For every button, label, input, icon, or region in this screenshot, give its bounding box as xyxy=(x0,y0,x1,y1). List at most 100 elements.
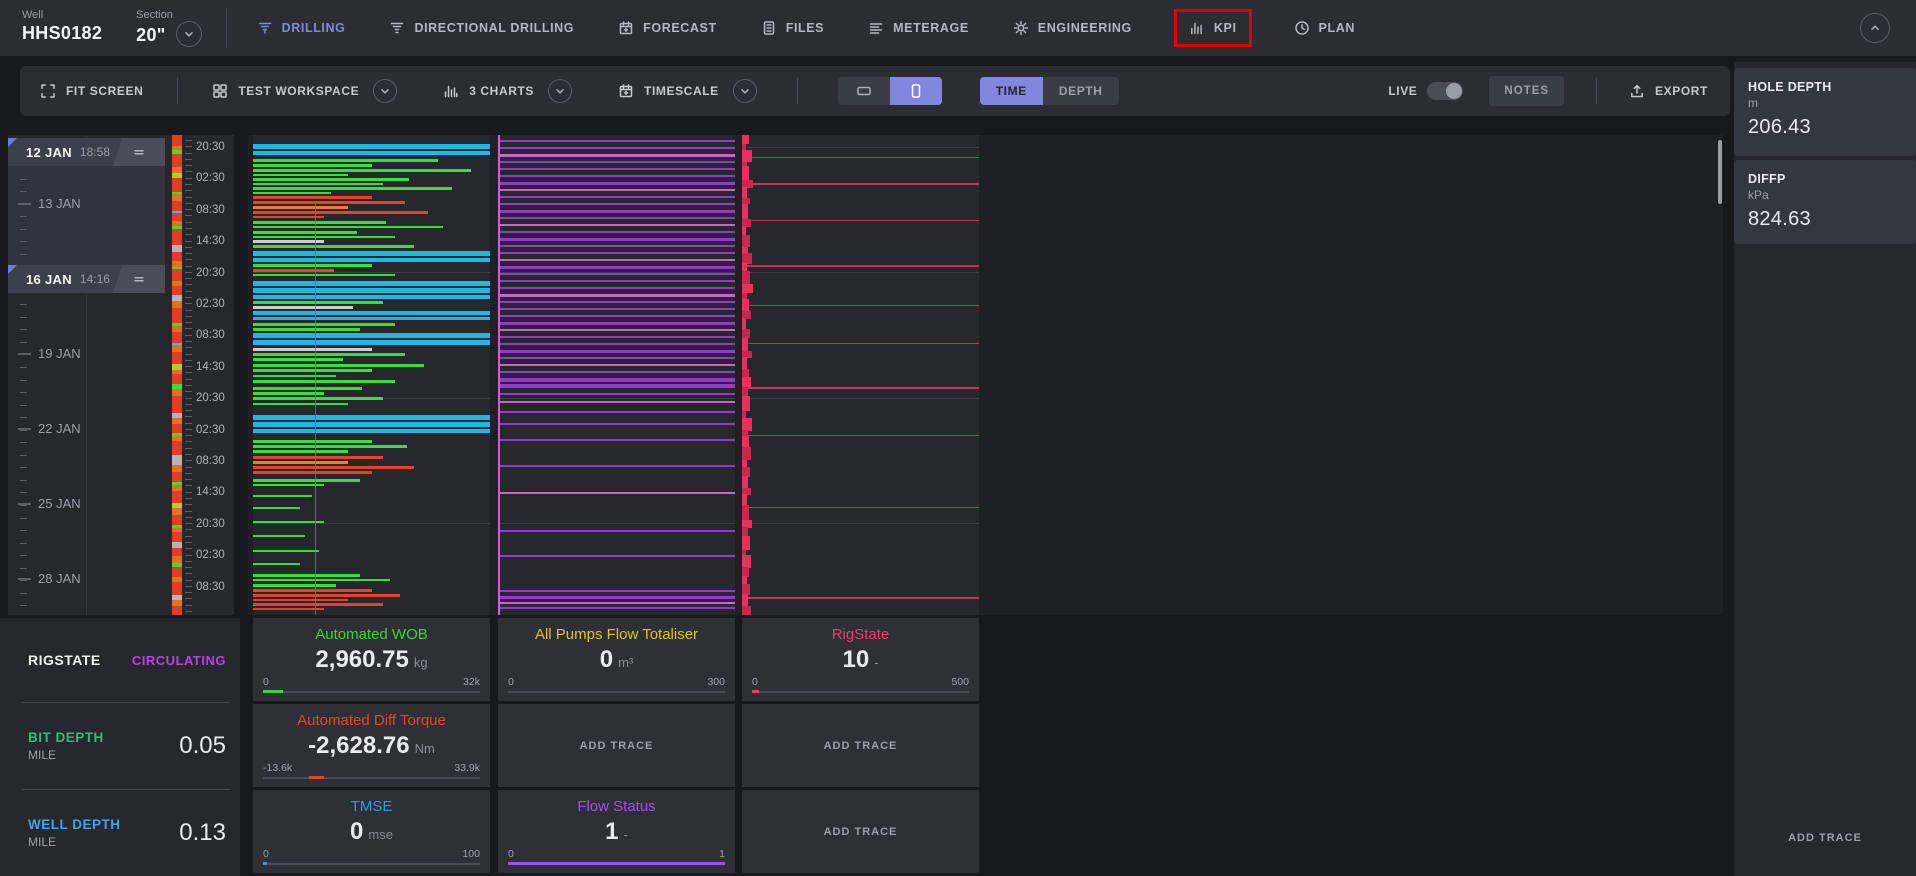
chart-gridline xyxy=(742,147,979,148)
selected-date-range[interactable] xyxy=(8,166,165,265)
rig-activity-strip xyxy=(172,135,182,615)
rigstate-strip-segment xyxy=(742,594,748,606)
drag-handle-icon[interactable] xyxy=(113,265,165,293)
time-tick xyxy=(185,341,192,342)
drag-handle-icon[interactable] xyxy=(113,138,165,166)
rigstate-strip-segment xyxy=(742,436,749,447)
section-chevron-button[interactable] xyxy=(176,21,202,47)
trace-tile-automated-wob[interactable]: Automated WOB2,960.75kg032k xyxy=(253,618,490,701)
chart-bar xyxy=(253,231,357,234)
chart-line xyxy=(498,210,735,213)
notes-button[interactable]: NOTES xyxy=(1489,76,1564,106)
diffp-label: DIFFP xyxy=(1748,172,1902,186)
chart-bar xyxy=(253,211,428,214)
chart-line xyxy=(498,280,735,282)
charts-selector[interactable]: 3 CHARTS xyxy=(443,83,534,99)
chart-bar xyxy=(253,507,300,509)
tab-meterage[interactable]: METERAGE xyxy=(866,12,971,44)
depth-mode-button[interactable]: DEPTH xyxy=(1043,77,1119,105)
workspace-selector[interactable]: TEST WORKSPACE xyxy=(212,83,359,99)
time-mode-button[interactable]: TIME xyxy=(980,77,1043,105)
timescale-chevron-button[interactable] xyxy=(733,79,757,103)
activity-segment xyxy=(172,269,182,281)
activity-segment xyxy=(172,229,182,245)
chart-bar xyxy=(253,340,490,345)
chart-toolbar: FIT SCREEN TEST WORKSPACE 3 CHARTS TIMES… xyxy=(20,66,1730,116)
vertical-scrollbar-thumb[interactable] xyxy=(1718,140,1722,204)
time-tick xyxy=(185,209,192,210)
tab-directional-drilling[interactable]: DIRECTIONAL DRILLING xyxy=(387,12,576,44)
time-tick xyxy=(185,215,192,216)
chart-bar xyxy=(253,216,324,218)
portrait-orientation-button[interactable] xyxy=(890,77,942,105)
time-tick xyxy=(185,347,192,348)
trace-tile-flow-status[interactable]: Flow Status1-01 xyxy=(498,790,735,873)
fit-screen-label: FIT SCREEN xyxy=(66,84,143,98)
trace-tile-rigstate[interactable]: RigState10-0500 xyxy=(742,618,979,701)
well-depth-value: 0.13 xyxy=(179,819,226,847)
chart-line xyxy=(498,203,735,205)
activity-segment xyxy=(172,332,182,343)
tab-files[interactable]: FILES xyxy=(759,12,826,44)
live-toggle[interactable] xyxy=(1427,82,1463,100)
chart-bar xyxy=(253,159,438,162)
date-label: 25 JAN xyxy=(38,496,81,511)
rigstate-strip-segment xyxy=(742,150,752,162)
time-label: 08:30 xyxy=(196,581,225,593)
trace-value-line: -2,628.76Nm xyxy=(253,732,490,760)
time-tick xyxy=(185,435,192,436)
range-end-handle[interactable]: 16 JAN 14:16 xyxy=(8,265,165,293)
chart-line xyxy=(498,231,735,233)
time-label: 20:30 xyxy=(196,392,225,404)
time-tick xyxy=(185,473,192,474)
tab-plan[interactable]: PLAN xyxy=(1292,12,1357,44)
chart-bar xyxy=(253,599,348,601)
bit-depth-label: BIT DEPTH xyxy=(28,730,104,745)
trace-value: -2,628.76 xyxy=(308,732,409,759)
time-label: 02:30 xyxy=(196,549,225,561)
live-label: LIVE xyxy=(1388,84,1417,98)
trace-tile-all-pumps-flow-totaliser[interactable]: All Pumps Flow Totaliser0m³0300 xyxy=(498,618,735,701)
timescale-selector[interactable]: TIMESCALE xyxy=(618,83,719,99)
tab-engineering[interactable]: ENGINEERING xyxy=(1011,12,1134,44)
chart-bar xyxy=(253,471,372,474)
export-label: EXPORT xyxy=(1655,84,1708,98)
toggle-knob xyxy=(1446,83,1462,99)
trace-tile-tmse[interactable]: TMSE0mse0100 xyxy=(253,790,490,873)
add-trace-button[interactable]: ADD TRACE xyxy=(742,790,979,873)
tab-drilling[interactable]: DRILLING xyxy=(255,12,348,44)
chart-line xyxy=(498,182,735,185)
time-tick xyxy=(185,567,192,568)
trace-scale-indicator xyxy=(508,862,725,865)
time-tick xyxy=(185,328,192,329)
chart-line xyxy=(498,175,735,177)
tab-kpi[interactable]: KPI xyxy=(1174,9,1252,47)
trace-value: 1 xyxy=(605,818,618,845)
add-trace-button[interactable]: ADD TRACE xyxy=(742,704,979,787)
charts-chevron-button[interactable] xyxy=(548,79,572,103)
activity-segment xyxy=(172,515,182,526)
trace-title: Flow Status xyxy=(498,798,735,815)
well-section-block: Well HHS0182 Section 20" xyxy=(22,9,202,47)
chart-bar xyxy=(253,392,324,395)
landscape-orientation-button[interactable] xyxy=(838,77,890,105)
chart-line xyxy=(498,147,735,149)
well-depth-row: WELL DEPTH MILE 0.13 xyxy=(0,791,240,875)
time-label: 20:30 xyxy=(196,518,225,530)
date-tick xyxy=(20,317,27,318)
date-tick xyxy=(20,505,27,506)
add-trace-button[interactable]: ADD TRACE xyxy=(498,704,735,787)
chart-bar xyxy=(253,550,319,552)
range-start-handle[interactable]: 12 JAN 18:58 xyxy=(8,138,165,166)
add-trace-button[interactable]: ADD TRACE xyxy=(1734,832,1916,844)
chart-line xyxy=(742,387,979,389)
fit-screen-button[interactable]: FIT SCREEN xyxy=(40,83,143,99)
trace-tile-automated-diff-torque[interactable]: Automated Diff Torque-2,628.76Nm-13.6k33… xyxy=(253,704,490,787)
workspace-chevron-button[interactable] xyxy=(373,79,397,103)
collapse-panel-button[interactable] xyxy=(1860,13,1890,43)
tab-forecast[interactable]: FORECAST xyxy=(616,12,719,44)
chart-line xyxy=(498,336,735,338)
tab-label: METERAGE xyxy=(893,21,969,35)
export-button[interactable]: EXPORT xyxy=(1629,83,1708,99)
time-tick xyxy=(185,310,192,311)
